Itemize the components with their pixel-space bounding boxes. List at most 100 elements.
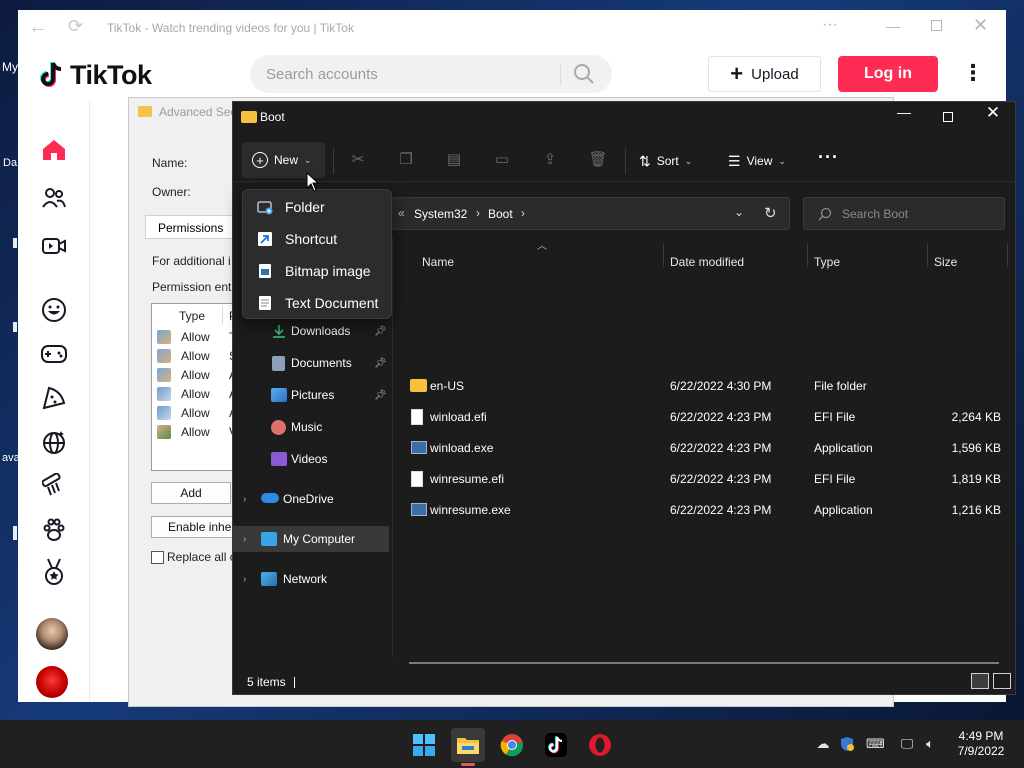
tab-permissions[interactable]: Permissions [145,215,235,239]
column-divider[interactable] [807,243,808,267]
add-button[interactable]: Add [151,482,231,504]
home-icon[interactable] [38,134,70,166]
column-divider[interactable] [927,243,928,267]
avatar[interactable] [36,666,68,698]
reload-icon[interactable]: ⟳ [68,16,83,37]
nav-item-pictures[interactable]: Pictures 📌︎ [233,382,389,408]
windows-security-icon[interactable] [838,736,856,752]
breadcrumb-item[interactable]: System32 [414,207,467,221]
more-vertical-icon[interactable]: ⋮ [962,60,984,86]
permission-row[interactable]: AllowV [157,423,237,441]
permission-row[interactable]: AllowA [157,385,237,403]
file-row[interactable]: winresume.exe 6/22/2022 4:23 PM Applicat… [393,495,1013,526]
address-dropdown-icon[interactable]: ⌄ [734,205,744,219]
nav-item-downloads[interactable]: Downloads 📌︎ [233,318,389,344]
column-size[interactable]: Size [934,247,957,281]
display-icon[interactable]: 🖵︎ [898,736,916,752]
cut-icon[interactable]: ✂ [348,150,368,170]
food-icon[interactable] [38,382,70,414]
permission-entries-list[interactable]: Type P AllowT AllowS AllowA AllowA Allow… [151,303,241,471]
nav-item-my-computer[interactable]: › My Computer [233,526,389,552]
maximize-button[interactable] [931,20,942,31]
medal-icon[interactable] [38,556,70,588]
windows-start-icon[interactable] [407,728,441,762]
file-row[interactable]: en-US 6/22/2022 4:30 PM File folder [393,371,1013,402]
rename-icon[interactable]: ▭ [492,150,512,170]
search-input[interactable] [842,198,992,229]
file-row[interactable]: winload.exe 6/22/2022 4:23 PM Applicatio… [393,433,1013,464]
gaming-icon[interactable] [38,338,70,370]
pin-icon[interactable]: 📌︎ [374,390,387,401]
more-options-icon[interactable]: ··· [818,148,839,166]
details-view-icon[interactable] [971,673,989,689]
upload-button[interactable]: + Upload [708,56,821,92]
expand-chevron-icon[interactable]: › [243,534,246,545]
permission-row[interactable]: AllowA [157,404,237,422]
breadcrumb-separator-icon[interactable]: › [521,206,525,220]
paste-icon[interactable]: ▤ [444,150,464,170]
desktop-icon-edge[interactable] [13,238,17,248]
breadcrumb-separator-icon[interactable]: › [476,206,480,220]
nav-item-videos[interactable]: Videos [233,446,389,472]
column-name[interactable]: Name [422,247,454,281]
breadcrumb-item[interactable]: Boot [488,207,513,221]
column-type[interactable]: Type [814,247,840,281]
delete-icon[interactable]: 🗑︎ [588,150,608,170]
menu-item-shortcut[interactable]: Shortcut [247,224,389,254]
nav-item-network[interactable]: › Network [233,566,389,592]
avatar[interactable] [36,618,68,650]
search-icon[interactable] [572,62,596,86]
live-icon[interactable] [38,230,70,262]
share-icon[interactable]: ⇪ [540,150,560,170]
pin-icon[interactable]: 📌︎ [374,358,387,369]
nav-item-documents[interactable]: Documents 📌︎ [233,350,389,376]
desktop-icon-edge[interactable] [13,322,17,332]
menu-item-bitmap-image[interactable]: Bitmap image [247,256,389,286]
keyboard-icon[interactable]: ⌨ [866,736,885,752]
expand-chevron-icon[interactable]: › [243,574,246,585]
permission-row[interactable]: AllowT [157,328,236,346]
close-button[interactable]: ✕ [973,15,988,36]
sort-button[interactable]: ⇅ Sort ⌄ [639,148,692,174]
back-arrow-icon[interactable]: ← [28,16,48,39]
chrome-icon[interactable] [495,728,529,762]
emoji-icon[interactable] [38,294,70,326]
menu-item-folder[interactable]: Folder [247,192,389,222]
horizontal-scrollbar[interactable] [409,662,999,664]
volume-icon[interactable]: 🔈︎ [921,736,939,752]
file-explorer-icon[interactable] [451,728,485,762]
tiktok-logo[interactable]: TikTok [38,58,152,92]
desktop-icon-edge[interactable] [13,526,17,540]
minimize-button[interactable]: — [881,104,927,130]
comb-icon[interactable] [38,470,70,502]
file-row[interactable]: winload.efi 6/22/2022 4:23 PM EFI File 2… [393,402,1013,433]
more-options-icon[interactable]: ··· [822,16,838,34]
nav-item-onedrive[interactable]: › OneDrive [233,486,389,512]
pin-icon[interactable]: 📌︎ [374,326,387,337]
nav-item-music[interactable]: Music [233,414,389,440]
opera-icon[interactable] [583,728,617,762]
search-input[interactable] [266,55,556,93]
replace-all-checkbox[interactable] [151,551,164,564]
login-button[interactable]: Log in [838,56,938,92]
column-divider[interactable] [1007,243,1008,267]
minimize-button[interactable]: — [886,18,900,34]
cloud-offline-icon[interactable]: ☁ [814,736,832,752]
system-clock[interactable]: 4:49 PM 7/9/2022 [952,729,1010,759]
globe-icon[interactable] [38,426,70,458]
view-button[interactable]: ☰ View ⌄ [728,148,786,174]
maximize-button[interactable] [925,105,971,131]
permission-row[interactable]: AllowS [157,347,237,365]
expand-chevron-icon[interactable]: › [243,494,246,505]
file-row[interactable]: winresume.efi 6/22/2022 4:23 PM EFI File… [393,464,1013,495]
refresh-icon[interactable]: ↻ [764,204,777,222]
enable-inheritance-button[interactable]: Enable inhe [151,516,241,538]
overflow-chevron-icon[interactable]: « [398,206,405,220]
tiles-view-icon[interactable] [993,673,1011,689]
permission-row[interactable]: AllowA [157,366,237,384]
pet-icon[interactable] [38,514,70,546]
menu-item-text-document[interactable]: Text Document [247,288,389,318]
close-button[interactable]: ✕ [970,103,1016,129]
copy-icon[interactable]: ❐ [396,150,416,170]
address-bar[interactable]: « System32 › Boot › ⌄ ↻ [391,197,790,230]
